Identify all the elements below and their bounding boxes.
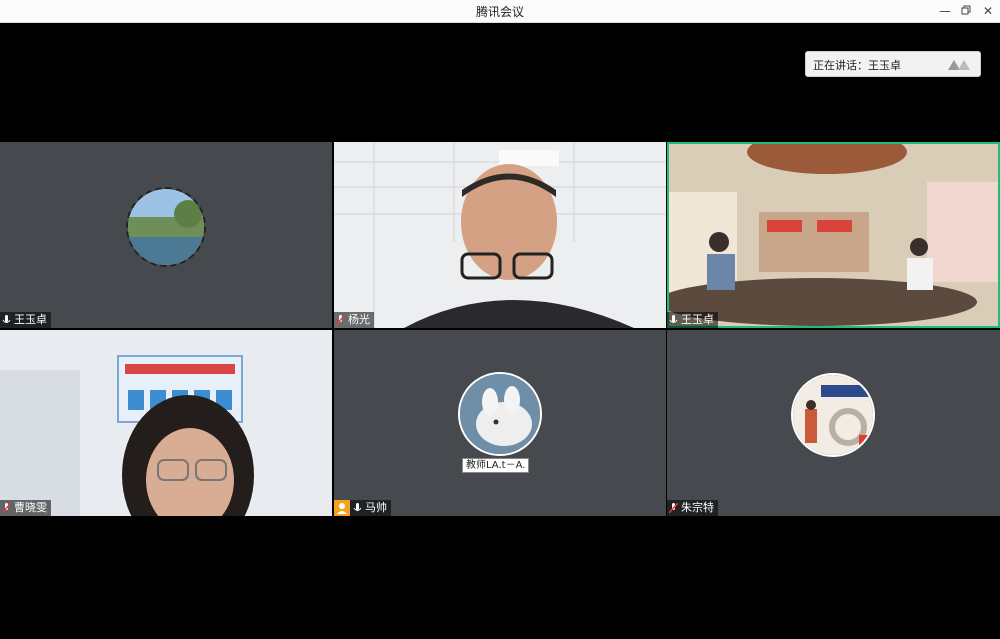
video-tile[interactable]: 曹晓雯	[0, 330, 332, 516]
participant-label: 马帅	[334, 500, 391, 516]
video-tile[interactable]: 教师LA.t－A. 马帅	[334, 330, 666, 516]
restore-button[interactable]	[955, 2, 977, 20]
video-tile[interactable]: 杨光	[334, 142, 666, 328]
avatar-image	[460, 374, 540, 454]
participant-name: 马帅	[365, 501, 387, 514]
participant-label: 曹晓雯	[0, 500, 51, 516]
mic-muted-icon	[669, 502, 678, 514]
video-feed	[0, 330, 332, 516]
mic-icon	[353, 502, 362, 511]
video-tile[interactable]: 王玉卓	[667, 142, 1000, 328]
participant-label: 王玉卓	[667, 312, 718, 328]
avatar	[458, 372, 542, 456]
title-bar: 腾讯会议 — ✕	[0, 0, 1000, 23]
participant-name: 曹晓雯	[14, 501, 47, 514]
video-tile[interactable]: 王玉卓	[0, 142, 332, 328]
participant-name: 朱宗特	[681, 501, 714, 514]
video-tile[interactable]: 朱宗特	[667, 330, 1000, 516]
avatar-image	[128, 189, 204, 265]
avatar	[126, 187, 206, 267]
avatar	[791, 373, 875, 457]
close-button[interactable]: ✕	[977, 2, 999, 20]
minimize-button[interactable]: —	[934, 2, 956, 20]
avatar-caption: 教师LA.t－A.	[462, 458, 530, 473]
participant-name: 杨光	[348, 313, 370, 326]
mic-icon	[669, 314, 678, 323]
participant-label: 王玉卓	[0, 312, 51, 328]
mic-icon	[2, 314, 11, 323]
participant-name: 王玉卓	[681, 313, 714, 326]
person-icon	[337, 503, 347, 514]
speaking-indicator: 正在讲话：王玉卓	[805, 51, 981, 77]
participant-label: 杨光	[334, 312, 374, 328]
speaking-text: 正在讲话：王玉卓	[813, 59, 901, 72]
mic-muted-icon	[336, 314, 345, 326]
window-title: 腾讯会议	[475, 5, 524, 19]
restore-icon	[961, 5, 971, 15]
host-badge	[334, 500, 350, 516]
mic-muted-icon	[2, 502, 11, 514]
participant-name: 王玉卓	[14, 313, 47, 326]
video-feed	[334, 142, 666, 328]
video-feed	[667, 142, 1000, 328]
avatar-image	[793, 375, 873, 455]
participant-label: 朱宗特	[667, 500, 718, 516]
sound-wave-icon	[948, 60, 970, 70]
